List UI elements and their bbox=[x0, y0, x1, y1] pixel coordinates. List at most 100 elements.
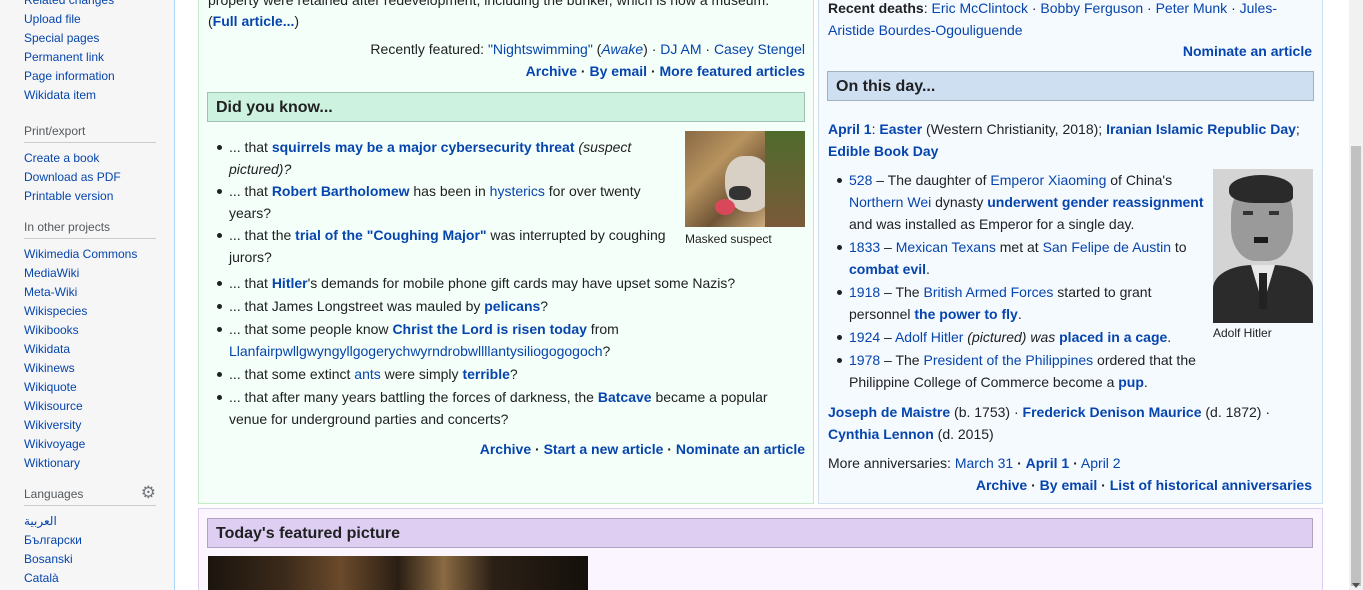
sidebar-link[interactable]: Wikisource bbox=[24, 399, 83, 413]
otd-link[interactable]: Northern Wei bbox=[849, 194, 931, 210]
fa-archive-link[interactable]: Archive bbox=[526, 63, 577, 79]
otd-link[interactable]: combat evil bbox=[849, 261, 926, 277]
itn-nominate-link[interactable]: Nominate an article bbox=[1183, 43, 1312, 59]
otd-link[interactable]: Adolf Hitler bbox=[895, 329, 963, 345]
dyk-archive-link[interactable]: Archive bbox=[480, 441, 531, 457]
sidebar-link[interactable]: Wikispecies bbox=[24, 304, 87, 318]
sidebar-list-item: Meta-Wiki bbox=[24, 283, 156, 302]
otd-year-link[interactable]: 1918 bbox=[849, 284, 880, 300]
sidebar-link[interactable]: Page information bbox=[24, 69, 115, 83]
sidebar-link[interactable]: Wikiversity bbox=[24, 418, 81, 432]
dyk-link[interactable]: Christ the Lord is risen today bbox=[392, 321, 586, 337]
dyk-link[interactable]: Batcave bbox=[598, 389, 652, 405]
otd-historical-link[interactable]: List of historical anniversaries bbox=[1110, 477, 1312, 493]
otd-link[interactable]: Emperor Xiaoming bbox=[990, 172, 1106, 188]
vertical-scrollbar[interactable] bbox=[1349, 0, 1363, 590]
otd-holiday-link[interactable]: Easter bbox=[879, 121, 922, 137]
otd-link[interactable]: placed in a cage bbox=[1059, 329, 1167, 345]
languages-portlet: Languages ⚙ العربية Български Bosanski Cata… bbox=[24, 483, 156, 588]
otd-year-link[interactable]: 528 bbox=[849, 172, 872, 188]
dyk-link[interactable]: Llanfairpwllgwyngyllgogerychwyrndrobwlll… bbox=[229, 343, 603, 359]
death-link[interactable]: Peter Munk bbox=[1156, 0, 1228, 16]
sidebar-link[interactable]: Wikimedia Commons bbox=[24, 247, 137, 261]
sidebar-link[interactable]: Wikiquote bbox=[24, 380, 77, 394]
sidebar-link[interactable]: Permanent link bbox=[24, 50, 104, 64]
sidebar-link[interactable]: Special pages bbox=[24, 31, 99, 45]
death-link[interactable]: Bobby Ferguson bbox=[1040, 0, 1143, 16]
sidebar-link[interactable]: العربية bbox=[24, 514, 57, 528]
fa-more-featured-link[interactable]: More featured articles bbox=[660, 63, 806, 79]
featured-picture-heading: Today's featured picture bbox=[207, 518, 1313, 548]
recent-item-dj-am[interactable]: DJ AM bbox=[660, 41, 701, 57]
sidebar-link[interactable]: Wiktionary bbox=[24, 456, 80, 470]
death-link[interactable]: Eric McClintock bbox=[931, 0, 1027, 16]
sidebar-link[interactable]: Wikidata bbox=[24, 342, 70, 356]
dyk-link[interactable]: Robert Bartholomew bbox=[272, 183, 410, 199]
featured-article-links: Archive · By email · More featured artic… bbox=[525, 63, 806, 79]
full-article-link[interactable]: Full article... bbox=[213, 13, 295, 29]
otd-image[interactable] bbox=[1213, 169, 1313, 323]
dyk-link[interactable]: ants bbox=[354, 366, 380, 382]
otd-year-link[interactable]: 1924 bbox=[849, 329, 880, 345]
otd-person-link[interactable]: Frederick Denison Maurice bbox=[1023, 404, 1202, 420]
otd-link[interactable]: Mexican Texans bbox=[896, 239, 996, 255]
print-list: Create a book Download as PDF Printable ve… bbox=[24, 149, 156, 206]
otd-link[interactable]: underwent gender reassignment bbox=[987, 194, 1203, 210]
dyk-link[interactable]: trial of the "Coughing Major" bbox=[295, 227, 486, 243]
otd-link[interactable]: President of the Philippines bbox=[923, 352, 1093, 368]
sidebar-link[interactable]: Wikivoyage bbox=[24, 437, 85, 451]
dyk-link[interactable]: squirrels may be a major cybersecurity t… bbox=[272, 139, 575, 155]
sidebar-list-item: Wikidata item bbox=[24, 86, 156, 105]
list-item: ... that James Longstreet was mauled by … bbox=[217, 295, 797, 317]
otd-year-link[interactable]: 1833 bbox=[849, 239, 880, 255]
full-article-line: (Full article...) bbox=[208, 13, 300, 29]
list-item: ... that after many years battling the f… bbox=[217, 386, 797, 430]
otd-person-link[interactable]: Cynthia Lennon bbox=[828, 426, 934, 442]
list-item: ... that the trial of the "Coughing Majo… bbox=[217, 224, 683, 268]
scroll-down-arrow-icon[interactable] bbox=[1352, 583, 1360, 588]
sidebar-link[interactable]: Wikidata item bbox=[24, 88, 96, 102]
otd-link[interactable]: British Armed Forces bbox=[923, 284, 1053, 300]
sidebar-link[interactable]: Български bbox=[24, 533, 82, 547]
otd-date-link[interactable]: April 1 bbox=[828, 121, 872, 137]
sidebar-link[interactable]: Català bbox=[24, 571, 59, 585]
recent-item-awake[interactable]: Awake bbox=[601, 41, 643, 57]
otd-more-link[interactable]: April 1 bbox=[1026, 455, 1070, 471]
sidebar-link[interactable]: Wikibooks bbox=[24, 323, 79, 337]
sidebar-link[interactable]: Related changes bbox=[24, 0, 114, 7]
sidebar-link[interactable]: Wikinews bbox=[24, 361, 75, 375]
otd-link[interactable]: San Felipe de Austin bbox=[1043, 239, 1171, 255]
recent-item-nightswimming[interactable]: "Nightswimming" bbox=[488, 41, 593, 57]
otd-year-link[interactable]: 1978 bbox=[849, 352, 880, 368]
sidebar-link[interactable]: Meta-Wiki bbox=[24, 285, 77, 299]
sidebar-link[interactable]: Bosanski bbox=[24, 552, 73, 566]
list-item: ... that Hitler's demands for mobile pho… bbox=[217, 272, 797, 294]
sidebar-link[interactable]: Download as PDF bbox=[24, 170, 121, 184]
otd-person-link[interactable]: Joseph de Maistre bbox=[828, 404, 950, 420]
otd-link[interactable]: the power to fly bbox=[914, 306, 1017, 322]
scrollbar-thumb[interactable] bbox=[1351, 146, 1361, 586]
dyk-link[interactable]: pelicans bbox=[484, 298, 540, 314]
dyk-link[interactable]: hysterics bbox=[490, 183, 545, 199]
fa-by-email-link[interactable]: By email bbox=[589, 63, 647, 79]
recent-item-casey-stengel[interactable]: Casey Stengel bbox=[714, 41, 805, 57]
featured-picture-image[interactable] bbox=[208, 556, 588, 590]
sidebar-link[interactable]: Create a book bbox=[24, 151, 99, 165]
otd-holiday-link[interactable]: Iranian Islamic Republic Day bbox=[1106, 121, 1296, 137]
sidebar-link[interactable]: Printable version bbox=[24, 189, 113, 203]
dyk-nominate-link[interactable]: Nominate an article bbox=[676, 441, 805, 457]
otd-more-link[interactable]: April 2 bbox=[1081, 455, 1121, 471]
otd-archive-link[interactable]: Archive bbox=[976, 477, 1027, 493]
dyk-link[interactable]: terrible bbox=[462, 366, 509, 382]
right-column-panel: Recent deaths: Eric McClintock · Bobby F… bbox=[818, 0, 1323, 504]
otd-by-email-link[interactable]: By email bbox=[1040, 477, 1098, 493]
otd-link[interactable]: pup bbox=[1118, 374, 1144, 390]
dyk-image[interactable] bbox=[685, 131, 805, 227]
sidebar-link[interactable]: Upload file bbox=[24, 12, 81, 26]
otd-more-link[interactable]: March 31 bbox=[955, 455, 1013, 471]
dyk-start-article-link[interactable]: Start a new article bbox=[544, 441, 664, 457]
otd-holiday-link[interactable]: Edible Book Day bbox=[828, 143, 938, 159]
gear-icon[interactable]: ⚙ bbox=[141, 483, 156, 503]
sidebar-link[interactable]: MediaWiki bbox=[24, 266, 79, 280]
dyk-link[interactable]: Hitler bbox=[272, 275, 308, 291]
